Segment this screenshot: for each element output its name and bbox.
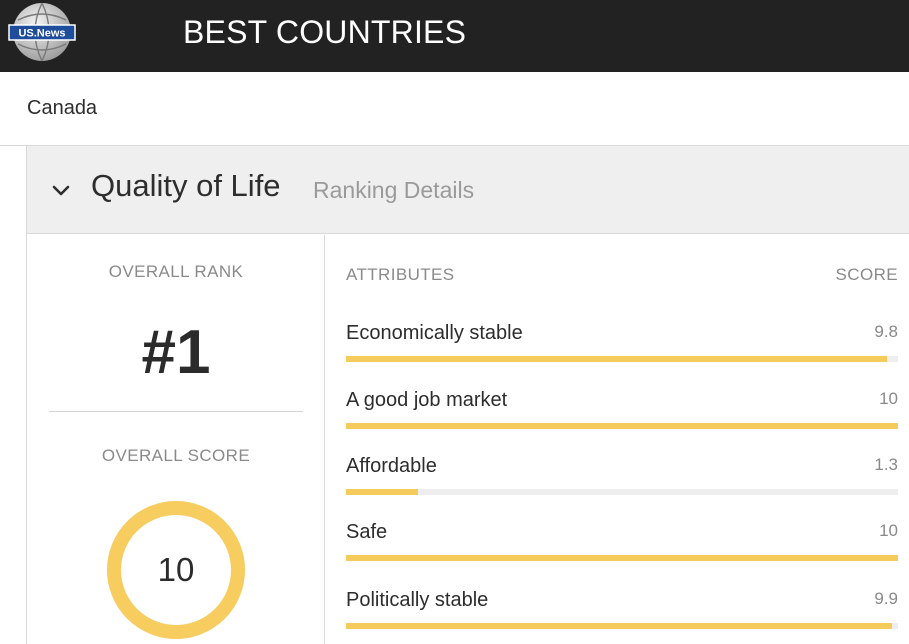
divider xyxy=(49,411,303,412)
overall-rank-label: OVERALL RANK xyxy=(108,262,244,281)
overall-summary: OVERALL RANK #1 OVERALL SCORE 10 xyxy=(27,235,325,644)
attribute-name: Economically stable xyxy=(346,322,523,344)
usnews-logo[interactable]: US.News xyxy=(6,2,76,64)
attribute-row: Economically stable 9.8 xyxy=(346,322,898,372)
attribute-score: 10 xyxy=(879,521,898,540)
attributes-header: ATTRIBUTES xyxy=(346,265,455,284)
section-subtitle: Ranking Details xyxy=(313,177,475,203)
chevron-down-icon[interactable] xyxy=(49,178,73,202)
attribute-score: 9.8 xyxy=(874,322,898,341)
attribute-score: 9.9 xyxy=(874,589,898,608)
attributes-table: ATTRIBUTES SCORE Economically stable 9.8… xyxy=(326,235,909,644)
breadcrumb-country[interactable]: Canada xyxy=(27,97,97,120)
score-header: SCORE xyxy=(835,265,898,284)
overall-score-value: 10 xyxy=(157,551,195,588)
score-bar-track xyxy=(346,423,898,429)
score-bar-track xyxy=(346,356,898,362)
overall-rank-value: #1 xyxy=(141,318,211,387)
section-title: Quality of Life xyxy=(91,168,281,203)
score-bar-track xyxy=(346,623,898,629)
logo-text: US.News xyxy=(18,28,65,40)
attribute-row: Politically stable 9.9 xyxy=(346,589,898,639)
score-bar-track xyxy=(346,555,898,561)
score-bar-track xyxy=(346,489,898,495)
attribute-row: Affordable 1.3 xyxy=(346,455,898,505)
attribute-score: 10 xyxy=(879,389,898,408)
attribute-row: A good job market 10 xyxy=(346,389,898,439)
score-bar-fill xyxy=(346,489,418,495)
top-bar: US.News BEST COUNTRIES xyxy=(0,0,909,72)
breadcrumb-bar: Canada xyxy=(0,72,909,146)
attribute-name: Politically stable xyxy=(346,589,489,611)
ranking-details-panel: Quality of Life Ranking Details OVERALL … xyxy=(26,146,909,644)
score-bar-fill xyxy=(346,356,887,362)
site-title[interactable]: BEST COUNTRIES xyxy=(183,14,466,51)
attribute-score: 1.3 xyxy=(874,455,898,474)
attribute-name: Affordable xyxy=(346,455,437,477)
panel-header[interactable]: Quality of Life Ranking Details xyxy=(27,146,909,234)
score-bar-fill xyxy=(346,623,893,629)
attribute-row: Safe 10 xyxy=(346,521,898,571)
overall-score-label: OVERALL SCORE xyxy=(101,446,251,465)
attribute-name: A good job market xyxy=(346,389,508,411)
score-bar-fill xyxy=(346,555,898,561)
score-bar-fill xyxy=(346,423,898,429)
attribute-name: Safe xyxy=(346,521,388,543)
